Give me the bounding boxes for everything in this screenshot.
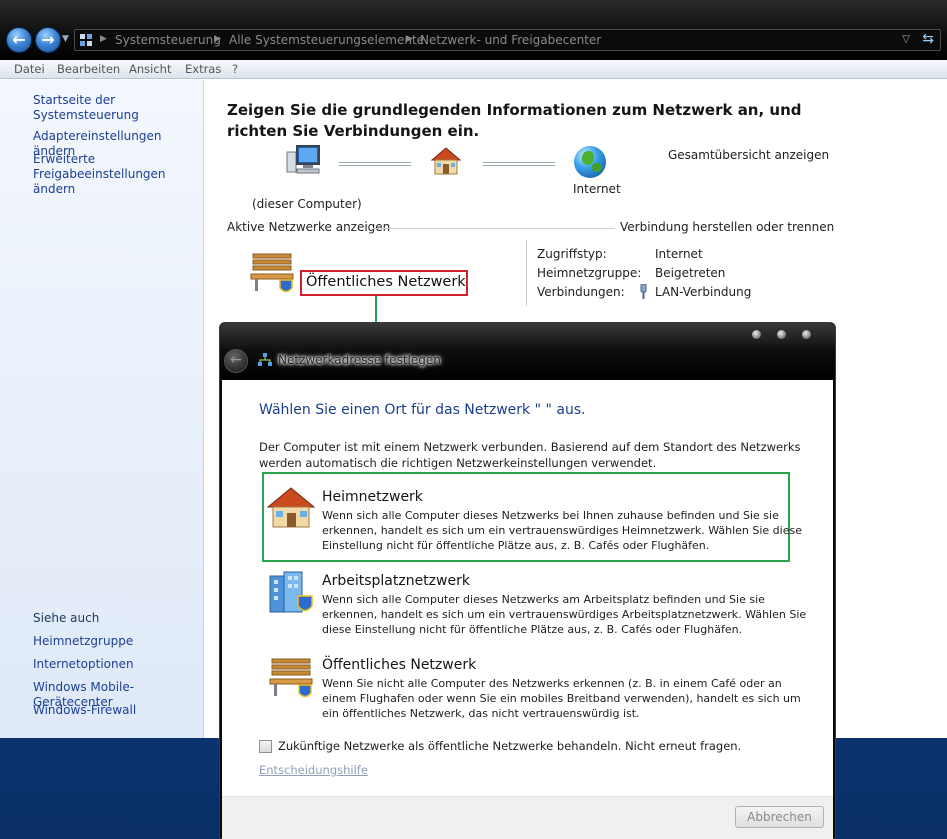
menu-extras[interactable]: Extras — [185, 62, 221, 76]
dialog-back-button[interactable]: ← — [224, 349, 248, 373]
decision-help-link[interactable]: Entscheidungshilfe — [259, 763, 368, 777]
window-dot-icon[interactable] — [752, 330, 761, 339]
breadcrumb-separator-icon[interactable]: ▶ — [214, 34, 221, 44]
work-network-icon[interactable] — [266, 570, 316, 616]
breadcrumb-all-items[interactable]: Alle Systemsteuerungselemente — [229, 33, 424, 47]
this-computer-label: (dieser Computer) — [252, 197, 362, 211]
sidebar-link-internet-options[interactable]: Internetoptionen — [33, 657, 134, 672]
dialog-title: Netzwerkadresse festlegen — [278, 353, 441, 367]
option-public-network[interactable]: Öffentliches Netzwerk — [322, 657, 476, 673]
option-work-network[interactable]: Arbeitsplatznetzwerk — [322, 573, 470, 589]
computer-icon — [286, 145, 320, 174]
connect-disconnect-link[interactable]: Verbindung herstellen oder trennen — [620, 220, 834, 234]
full-map-link[interactable]: Gesamtübersicht anzeigen — [668, 148, 829, 162]
lan-plug-icon — [640, 284, 647, 299]
connections-label: Verbindungen: — [537, 285, 625, 299]
section-divider — [373, 228, 615, 229]
internet-label: Internet — [573, 182, 621, 196]
address-field[interactable]: ▶ Systemsteuerung ▶ Alle Systemsteuerung… — [74, 29, 941, 51]
network-icon — [258, 353, 272, 366]
address-bar: ← → ▼ ▶ Systemsteuerung ▶ Alle Systemste… — [0, 0, 947, 60]
map-connector-line — [339, 162, 411, 166]
treat-future-networks-checkbox[interactable] — [259, 740, 272, 753]
menu-datei[interactable]: Datei — [14, 62, 45, 76]
home-network-icon — [430, 147, 462, 175]
breadcrumb-systemsteuerung[interactable]: Systemsteuerung — [115, 33, 221, 47]
dialog-body: Wählen Sie einen Ort für das Netzwerk " … — [222, 380, 833, 796]
public-network-bench-icon — [250, 253, 294, 293]
dialog-footer: Abbrechen — [222, 796, 833, 839]
dialog-heading: Wählen Sie einen Ort für das Netzwerk " … — [259, 402, 586, 418]
dialog-intro-text: Der Computer ist mit einem Netzwerk verb… — [259, 440, 801, 470]
homegroup-label: Heimnetzgruppe: — [537, 266, 642, 280]
sidebar-link-sharing[interactable]: Erweiterte Freigabeeinstellungen ändern — [33, 152, 203, 197]
menu-bar: Datei Bearbeiten Ansicht Extras ? — [0, 60, 947, 79]
cancel-button[interactable]: Abbrechen — [735, 806, 824, 828]
set-network-location-dialog: ← Netzwerkadresse festlegen Wählen Sie e… — [219, 322, 836, 839]
forward-button[interactable]: → — [35, 27, 61, 53]
breadcrumb-separator-icon: ▶ — [100, 34, 107, 44]
breadcrumb-separator-icon[interactable]: ▶ — [406, 34, 413, 44]
option-home-network[interactable]: Heimnetzwerk — [322, 489, 423, 505]
breadcrumb-network-center[interactable]: Netzwerk- und Freigabecenter — [420, 33, 601, 47]
option-public-description[interactable]: Wenn Sie nicht alle Computer des Netzwer… — [322, 676, 812, 721]
home-network-icon[interactable] — [266, 485, 316, 531]
menu-ansicht[interactable]: Ansicht — [129, 62, 171, 76]
sidebar: Startseite der Systemsteuerung Adapterei… — [0, 80, 204, 738]
active-networks-label: Aktive Netzwerke anzeigen — [227, 220, 391, 234]
control-panel-icon — [80, 34, 92, 46]
address-dropdown-icon[interactable]: ▽ — [902, 34, 910, 45]
window-dot-icon[interactable] — [802, 330, 811, 339]
refresh-icon[interactable]: ⇆ — [922, 31, 934, 47]
window-dot-icon[interactable] — [777, 330, 786, 339]
back-button[interactable]: ← — [6, 27, 32, 53]
internet-globe-icon — [574, 146, 606, 178]
lan-connection-link[interactable]: LAN-Verbindung — [655, 285, 751, 299]
option-home-description[interactable]: Wenn sich alle Computer dieses Netzwerks… — [322, 508, 812, 553]
access-type-label: Zugriffstyp: — [537, 247, 607, 261]
access-type-value: Internet — [655, 247, 703, 261]
menu-bearbeiten[interactable]: Bearbeiten — [57, 62, 120, 76]
sidebar-link-firewall[interactable]: Windows-Firewall — [33, 703, 136, 718]
page-title: Zeigen Sie die grundlegenden Information… — [227, 101, 802, 140]
dialog-header: ← Netzwerkadresse festlegen — [220, 323, 835, 380]
option-work-description[interactable]: Wenn sich alle Computer dieses Netzwerks… — [322, 592, 812, 637]
public-network-bench-icon[interactable] — [266, 655, 316, 701]
treat-future-networks-label[interactable]: Zukünftige Netzwerke als öffentliche Net… — [278, 739, 741, 753]
menu-help[interactable]: ? — [232, 62, 238, 76]
see-also-heading: Siehe auch — [33, 611, 100, 625]
map-connector-line — [483, 162, 555, 166]
sidebar-link-homegroup[interactable]: Heimnetzgruppe — [33, 634, 133, 649]
history-dropdown-icon[interactable]: ▼ — [62, 34, 69, 44]
homegroup-value-link[interactable]: Beigetreten — [655, 266, 725, 280]
network-type-link[interactable]: Öffentliches Netzwerk — [300, 270, 468, 296]
info-divider — [526, 240, 527, 306]
sidebar-link-home[interactable]: Startseite der Systemsteuerung — [33, 93, 203, 123]
